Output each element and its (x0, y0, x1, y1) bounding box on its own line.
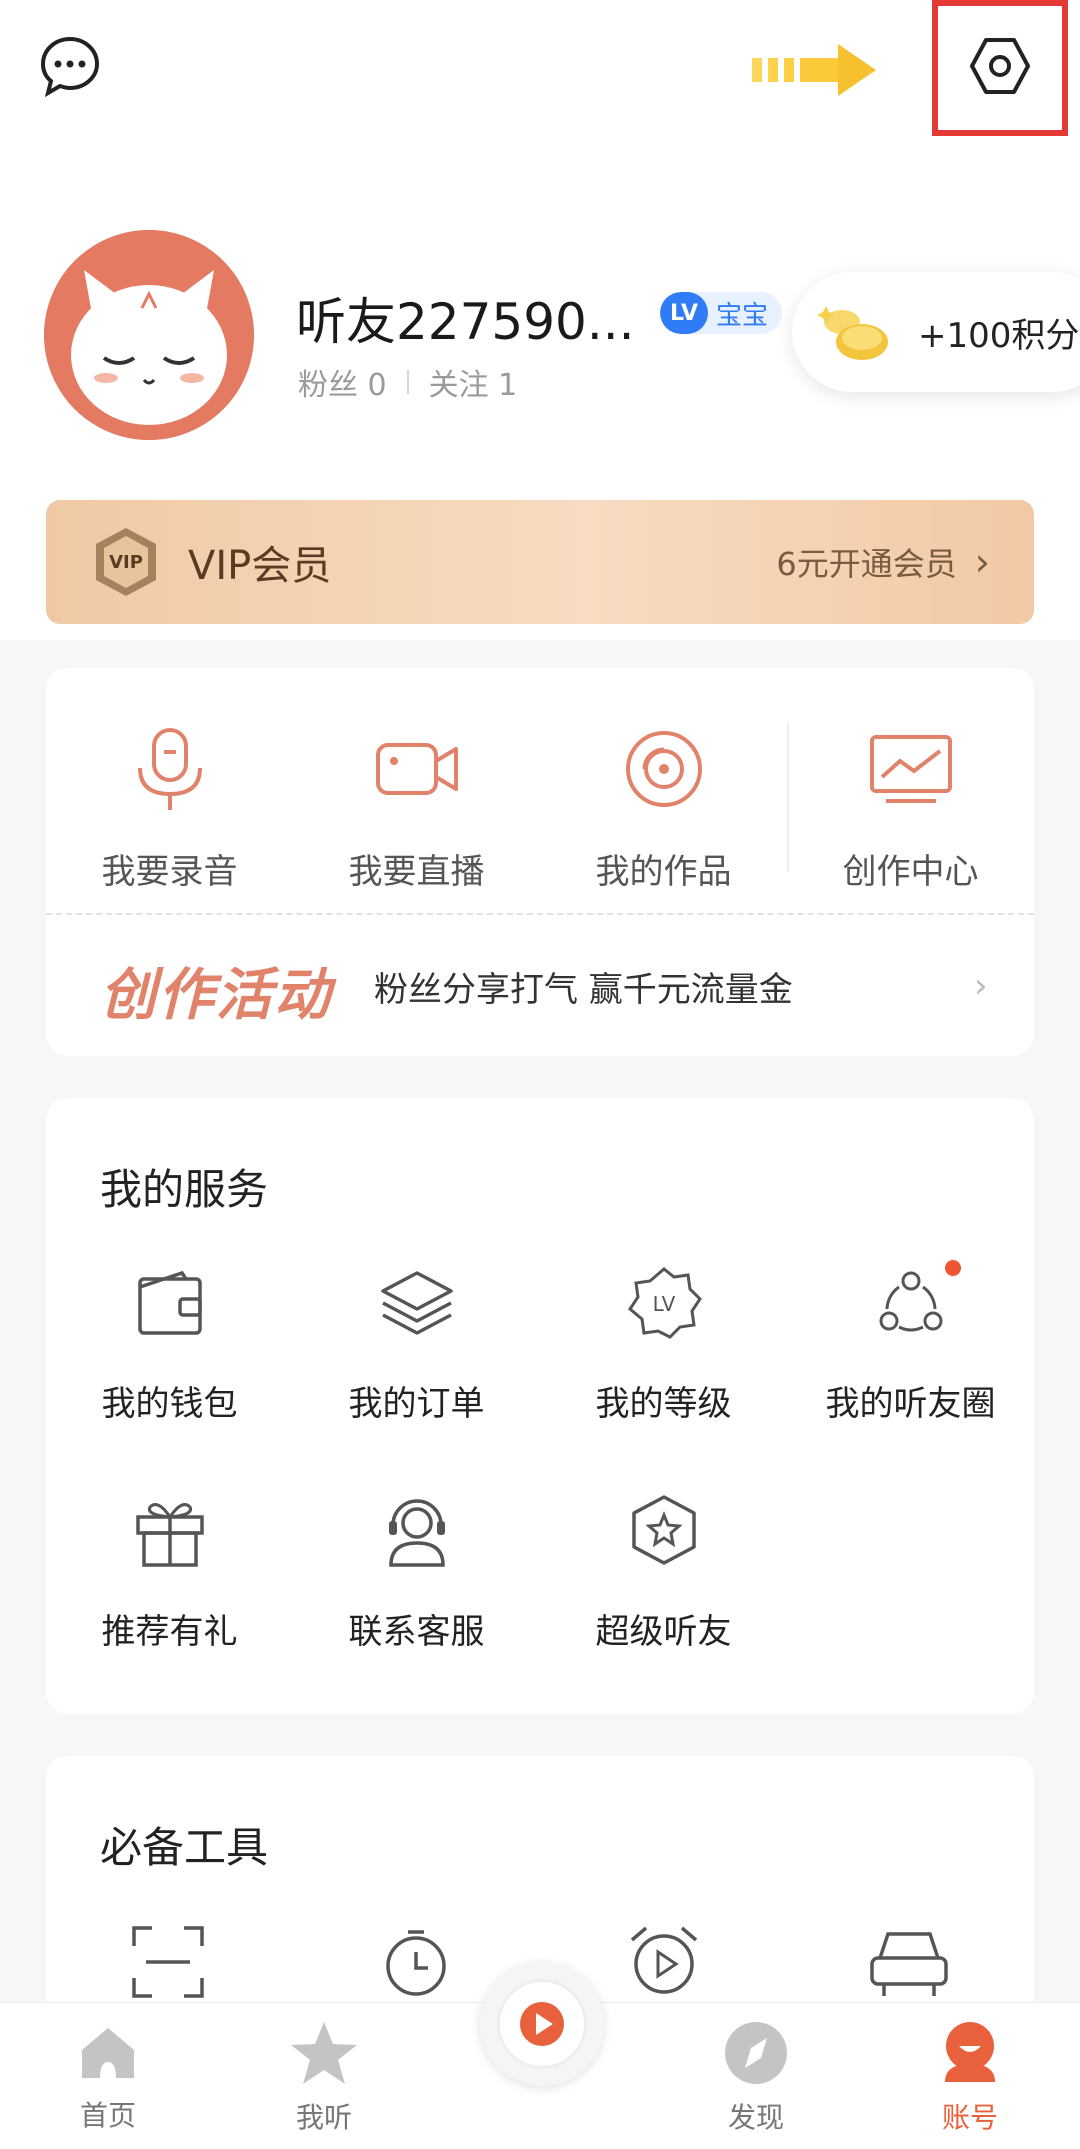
creator-dashed-divider (46, 913, 1034, 915)
super-listener-label: 超级听友 (595, 1612, 732, 1652)
svg-text:VIP: VIP (109, 552, 143, 573)
username[interactable]: 听友227590... (296, 282, 635, 354)
level-name: 宝宝 (716, 300, 769, 331)
chevron-right-icon[interactable]: › (974, 966, 988, 1006)
tools-title: 必备工具 (100, 1823, 269, 1872)
gift-icon (135, 1503, 204, 1567)
star-badge-icon (631, 1495, 696, 1565)
chevron-right-icon: › (974, 540, 990, 584)
friend-circle-item[interactable]: 我的听友圈 (787, 1258, 1034, 1425)
my-works-label: 我的作品 (595, 852, 732, 892)
compass-icon (725, 2022, 787, 2084)
stats-divider (406, 370, 409, 394)
video-camera-icon (375, 743, 458, 795)
fans-count[interactable]: 粉丝 0 (298, 360, 387, 404)
nav-discover-label: 发现 (727, 2101, 784, 2134)
nav-discover[interactable]: 发现 (696, 2020, 816, 2136)
record-audio-label: 我要录音 (101, 852, 238, 892)
coins-icon (817, 306, 888, 360)
profile-stats: 粉丝 0 关注 1 (298, 360, 517, 404)
referral-label: 推荐有礼 (101, 1612, 238, 1652)
level-badge[interactable]: LV 宝宝 (660, 292, 783, 334)
chart-monitor-icon (869, 735, 952, 803)
arrow-pointer-icon (752, 40, 882, 104)
friend-circle-label: 我的听友圈 (825, 1384, 996, 1424)
circle-friends-icon (879, 1271, 942, 1332)
vip-cta[interactable]: 6元开通会员 › (776, 500, 990, 624)
my-works-item[interactable]: 我的作品 (540, 724, 787, 893)
follow-count[interactable]: 关注 1 (429, 360, 518, 404)
level-label: LV (660, 292, 708, 334)
super-listener-item[interactable]: 超级听友 (540, 1486, 787, 1653)
account-icon (945, 2022, 995, 2082)
nav-account[interactable]: 账号 (910, 2016, 1030, 2136)
cat-avatar-icon (44, 230, 254, 440)
scan-icon[interactable] (130, 1924, 206, 2004)
activity-title[interactable]: 创作活动 (100, 950, 332, 1031)
record-audio-item[interactable]: 我要录音 (46, 724, 293, 893)
vip-title: VIP会员 (188, 543, 332, 589)
customer-service-label: 联系客服 (348, 1612, 485, 1652)
orders-label: 我的订单 (348, 1384, 485, 1424)
wallet-label: 我的钱包 (101, 1384, 238, 1424)
services-title: 我的服务 (100, 1165, 269, 1214)
microphone-icon (137, 728, 202, 810)
live-stream-label: 我要直播 (348, 852, 485, 892)
vip-banner[interactable]: VIP VIP会员 6元开通会员 › (46, 500, 1034, 624)
referral-item[interactable]: 推荐有礼 (46, 1486, 293, 1653)
home-icon (82, 2028, 134, 2078)
points-button[interactable]: +100积分 (792, 272, 1080, 392)
svg-text:LV: LV (652, 1292, 675, 1316)
alarm-icon[interactable] (624, 1920, 704, 2004)
play-button[interactable] (480, 1962, 604, 2086)
disc-icon (625, 731, 702, 807)
orders-item[interactable]: 我的订单 (293, 1258, 540, 1425)
nav-home-label: 首页 (79, 2099, 136, 2132)
wallet-item[interactable]: 我的钱包 (46, 1258, 293, 1425)
chat-bubble-icon (40, 36, 100, 97)
message-button[interactable] (30, 26, 110, 106)
layers-icon (380, 1271, 453, 1335)
nav-account-label: 账号 (941, 2101, 998, 2134)
avatar[interactable] (44, 230, 254, 440)
headset-icon (388, 1499, 445, 1567)
star-icon (291, 2022, 357, 2084)
wallet-icon (137, 1270, 202, 1335)
play-icon (520, 2002, 564, 2046)
level-icon: LV (627, 1267, 702, 1339)
points-label: +100积分 (918, 315, 1080, 356)
car-icon[interactable] (866, 1924, 952, 2004)
vip-cta-label: 6元开通会员 (776, 545, 957, 583)
level-item[interactable]: LV 我的等级 (540, 1258, 787, 1425)
activity-text[interactable]: 粉丝分享打气 赢千元流量金 (374, 962, 793, 1011)
nav-listen[interactable]: 我听 (264, 2020, 384, 2136)
creator-center-item[interactable]: 创作中心 (787, 724, 1034, 893)
vip-badge-icon: VIP (96, 528, 156, 596)
nav-home[interactable]: 首页 (48, 2020, 168, 2134)
creator-center-label: 创作中心 (842, 852, 979, 892)
customer-service-item[interactable]: 联系客服 (293, 1486, 540, 1653)
timer-icon[interactable] (378, 1924, 454, 2004)
highlight-annotation (932, 0, 1068, 136)
level-label: 我的等级 (595, 1384, 732, 1424)
live-stream-item[interactable]: 我要直播 (293, 724, 540, 893)
nav-listen-label: 我听 (295, 2101, 352, 2134)
notification-dot (945, 1260, 961, 1276)
